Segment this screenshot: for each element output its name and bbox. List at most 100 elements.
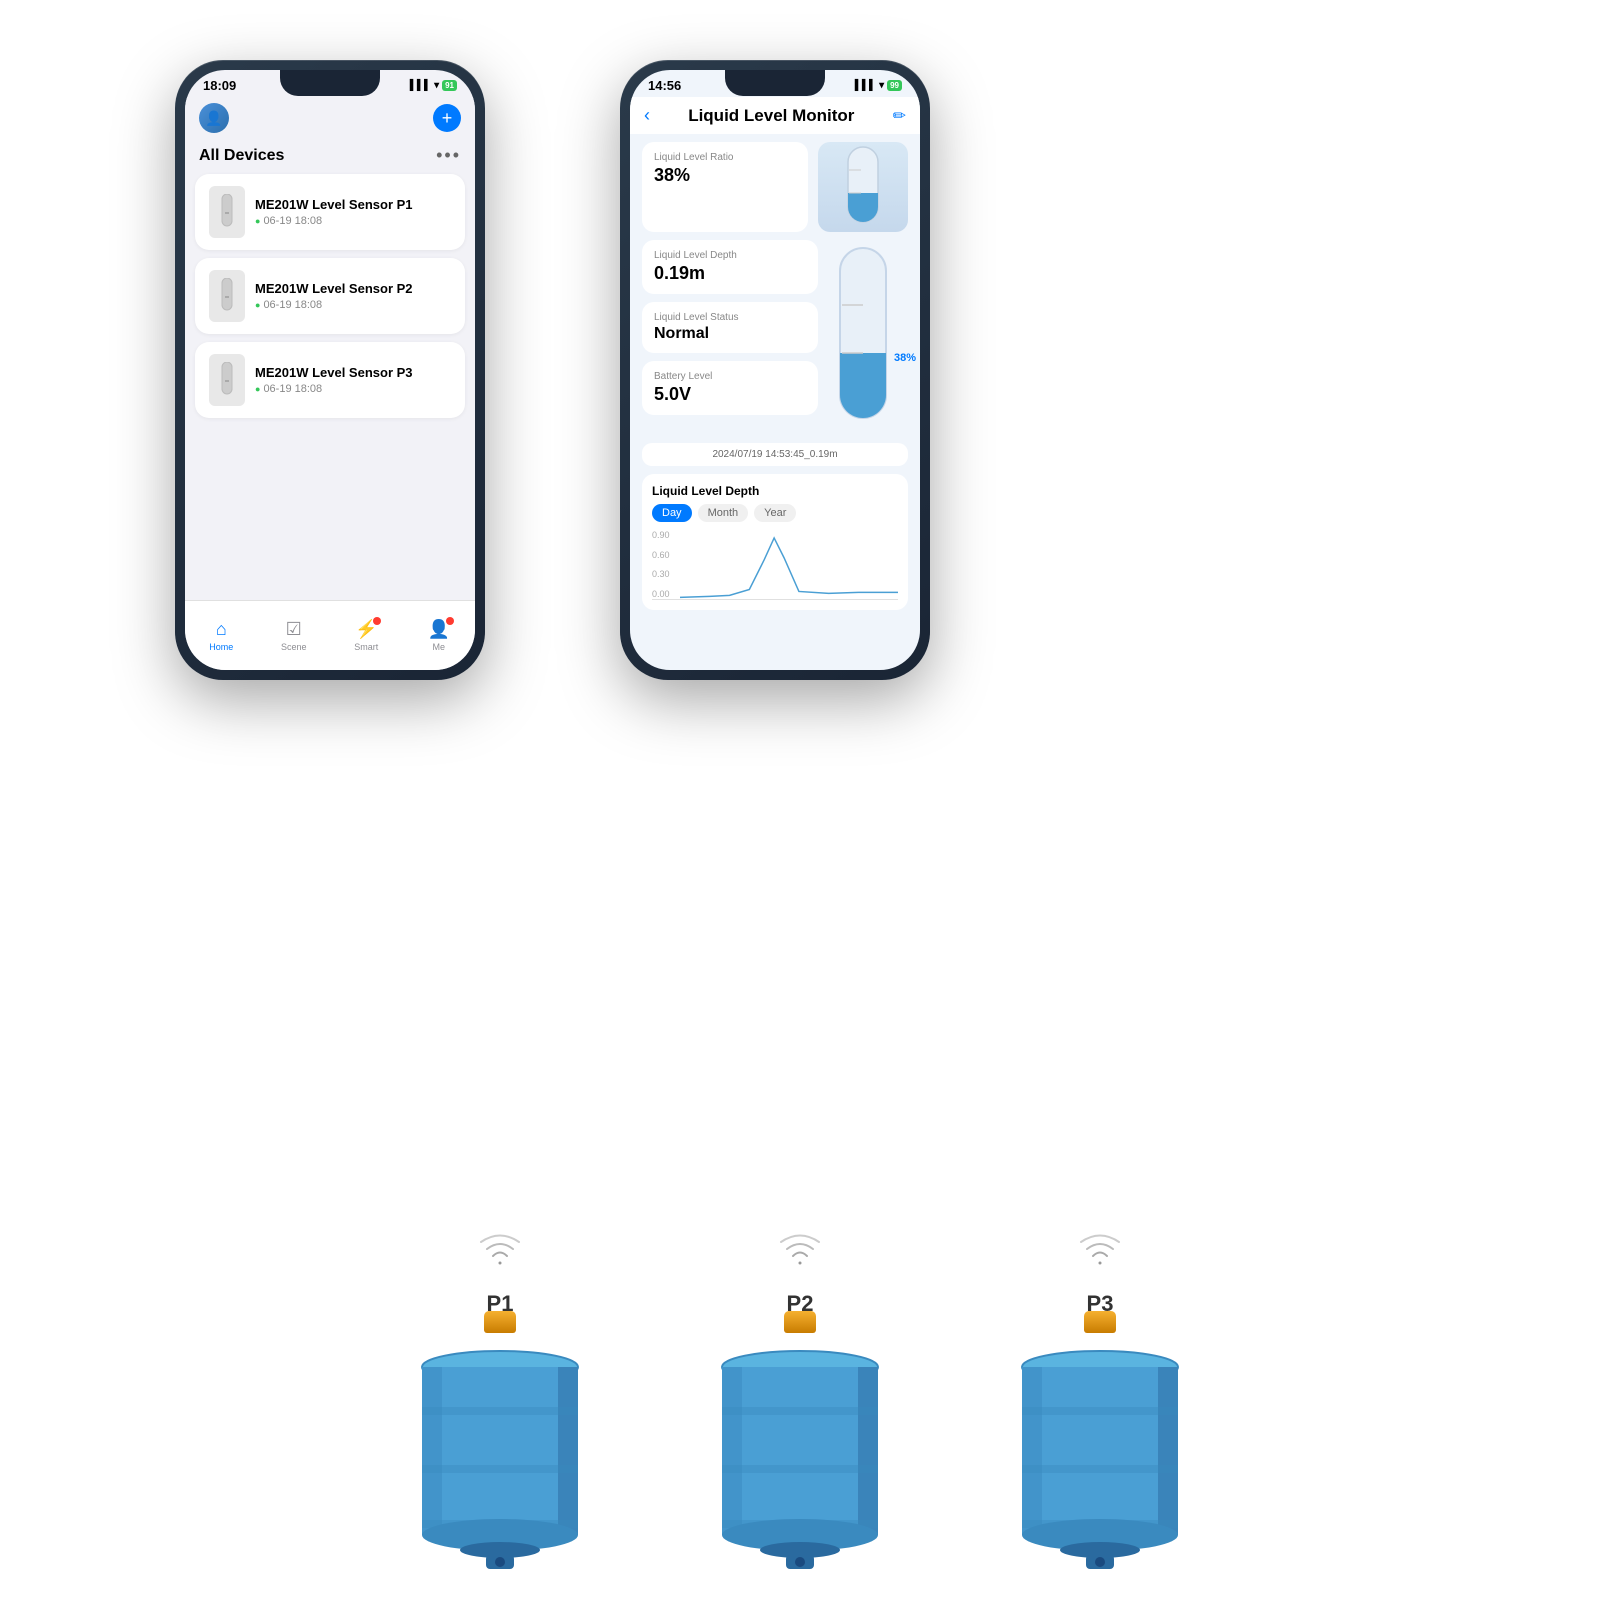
barrel-svg-p3 (1000, 1325, 1200, 1575)
avatar[interactable]: 👤 (199, 103, 229, 133)
info-row-top: Liquid Level Ratio 38% (642, 142, 908, 232)
chart-title: Liquid Level Depth (652, 484, 898, 498)
tank-visual-card (818, 142, 908, 232)
more-menu[interactable]: ••• (436, 145, 461, 166)
device-info-p1: ME201W Level Sensor P1 ● 06-19 18:08 (255, 197, 451, 227)
status-value: Normal (654, 325, 806, 343)
tank-p2-barrel (700, 1325, 900, 1580)
device-icon-p1 (209, 186, 245, 238)
sensor-cap-p1 (484, 1311, 516, 1333)
sensor-cap-p2 (784, 1311, 816, 1333)
battery-value: 5.0V (654, 384, 806, 405)
tab-year[interactable]: Year (754, 504, 796, 522)
tank-percent-label: 38% (894, 352, 916, 364)
tab-day[interactable]: Day (652, 504, 692, 522)
status-card: Liquid Level Status Normal (642, 302, 818, 353)
wifi-waves-p2 (775, 1221, 825, 1276)
battery-card: Battery Level 5.0V (642, 361, 818, 415)
device-card-p2[interactable]: ME201W Level Sensor P2 ● 06-19 18:08 (195, 258, 465, 334)
liquid-ratio-card: Liquid Level Ratio 38% (642, 142, 808, 232)
status-label: Liquid Level Status (654, 312, 806, 323)
scene-icon: ☑ (286, 619, 302, 640)
device-name-p3: ME201W Level Sensor P3 (255, 365, 451, 380)
monitor-title: Liquid Level Monitor (688, 106, 854, 126)
monitor-content: Liquid Level Ratio 38% (630, 134, 920, 618)
device-icon-p2 (209, 270, 245, 322)
depth-value: 0.19m (654, 263, 806, 284)
y-labels: 0.90 0.60 0.30 0.00 (652, 530, 670, 599)
chart-area: 0.90 0.60 0.30 0.00 (652, 530, 898, 600)
notch-right (725, 70, 825, 96)
device-info-p3: ME201W Level Sensor P3 ● 06-19 18:08 (255, 365, 451, 395)
barrel-svg-p1 (400, 1325, 600, 1575)
battery-label: Battery Level (654, 371, 806, 382)
liquid-ratio-value: 38% (654, 165, 796, 186)
phone-left: 18:09 ▌▌▌ ▾ 91 👤 + All Devices ••• (175, 60, 485, 680)
add-button[interactable]: + (433, 104, 461, 132)
device-time-p3: ● 06-19 18:08 (255, 383, 451, 395)
device-info-p2: ME201W Level Sensor P2 ● 06-19 18:08 (255, 281, 451, 311)
nav-me[interactable]: 👤 Me (403, 601, 476, 670)
tank-p1-barrel (400, 1325, 600, 1580)
back-button[interactable]: ‹ (644, 105, 650, 126)
nav-smart-label: Smart (354, 642, 378, 652)
device-icon-p3 (209, 354, 245, 406)
chart-section: Liquid Level Depth Day Month Year 0.90 0… (642, 474, 908, 610)
signal-dot: ● (255, 216, 260, 226)
main-content-area: Liquid Level Depth 0.19m Liquid Level St… (642, 240, 908, 435)
nav-smart[interactable]: ⚡ Smart (330, 601, 403, 670)
monitor-header: ‹ Liquid Level Monitor ✏ (630, 97, 920, 134)
device-list: ME201W Level Sensor P1 ● 06-19 18:08 (185, 174, 475, 418)
time-left: 18:09 (203, 78, 236, 93)
tab-month[interactable]: Month (698, 504, 749, 522)
large-tank-svg (828, 240, 908, 430)
depth-label: Liquid Level Depth (654, 250, 806, 261)
all-devices-bar: All Devices ••• (185, 141, 475, 174)
tank-p1: P1 (400, 1291, 600, 1580)
wifi-svg-p1 (475, 1221, 525, 1271)
device-card-p3[interactable]: ME201W Level Sensor P3 ● 06-19 18:08 (195, 342, 465, 418)
bottom-nav: ⌂ Home ☑ Scene ⚡ Smart 👤 (185, 600, 475, 670)
barrel-svg-p2 (700, 1325, 900, 1575)
chart-line-svg (680, 530, 898, 599)
time-right: 14:56 (648, 78, 681, 93)
tank-p3-barrel (1000, 1325, 1200, 1580)
nav-scene-label: Scene (281, 642, 307, 652)
all-devices-label: All Devices (199, 147, 284, 165)
tank-p3: P3 (1000, 1291, 1200, 1580)
notch (280, 70, 380, 96)
timestamp-bar: 2024/07/19 14:53:45_0.19m (642, 443, 908, 466)
nav-me-label: Me (432, 642, 445, 652)
home-icon: ⌂ (216, 619, 227, 640)
device-time-p2: ● 06-19 18:08 (255, 299, 451, 311)
nav-home[interactable]: ⌂ Home (185, 601, 258, 670)
tank-p2: P2 (700, 1291, 900, 1580)
sensor-cap-p3 (1084, 1311, 1116, 1333)
nav-home-label: Home (209, 642, 233, 652)
wifi-waves-p3 (1075, 1221, 1125, 1276)
badge-dot (373, 617, 381, 625)
left-info: Liquid Level Depth 0.19m Liquid Level St… (642, 240, 818, 415)
app-header: 👤 + (185, 97, 475, 141)
edit-icon[interactable]: ✏ (893, 106, 906, 126)
device-time-p1: ● 06-19 18:08 (255, 215, 451, 227)
phone-right: 14:56 ▌▌▌ ▾ 99 ‹ Liquid Level Monitor ✏ … (620, 60, 930, 680)
device-card-p1[interactable]: ME201W Level Sensor P1 ● 06-19 18:08 (195, 174, 465, 250)
timestamp-text: 2024/07/19 14:53:45_0.19m (712, 449, 837, 460)
tanks-section: P1 (0, 1291, 1600, 1580)
large-tank-visual: 38% (828, 240, 908, 435)
device-name-p1: ME201W Level Sensor P1 (255, 197, 451, 212)
badge-dot-me (446, 617, 454, 625)
wifi-svg-p3 (1075, 1221, 1125, 1271)
chart-tabs: Day Month Year (652, 504, 898, 522)
device-name-p2: ME201W Level Sensor P2 (255, 281, 451, 296)
depth-card: Liquid Level Depth 0.19m (642, 240, 818, 294)
wifi-svg-p2 (775, 1221, 825, 1271)
tank-svg (833, 142, 893, 232)
status-icons-right: ▌▌▌ ▾ 99 (855, 80, 902, 91)
chart-line (680, 538, 898, 597)
liquid-ratio-label: Liquid Level Ratio (654, 152, 796, 163)
nav-scene[interactable]: ☑ Scene (258, 601, 331, 670)
wifi-waves-p1 (475, 1221, 525, 1276)
status-icons-left: ▌▌▌ ▾ 91 (410, 80, 457, 91)
